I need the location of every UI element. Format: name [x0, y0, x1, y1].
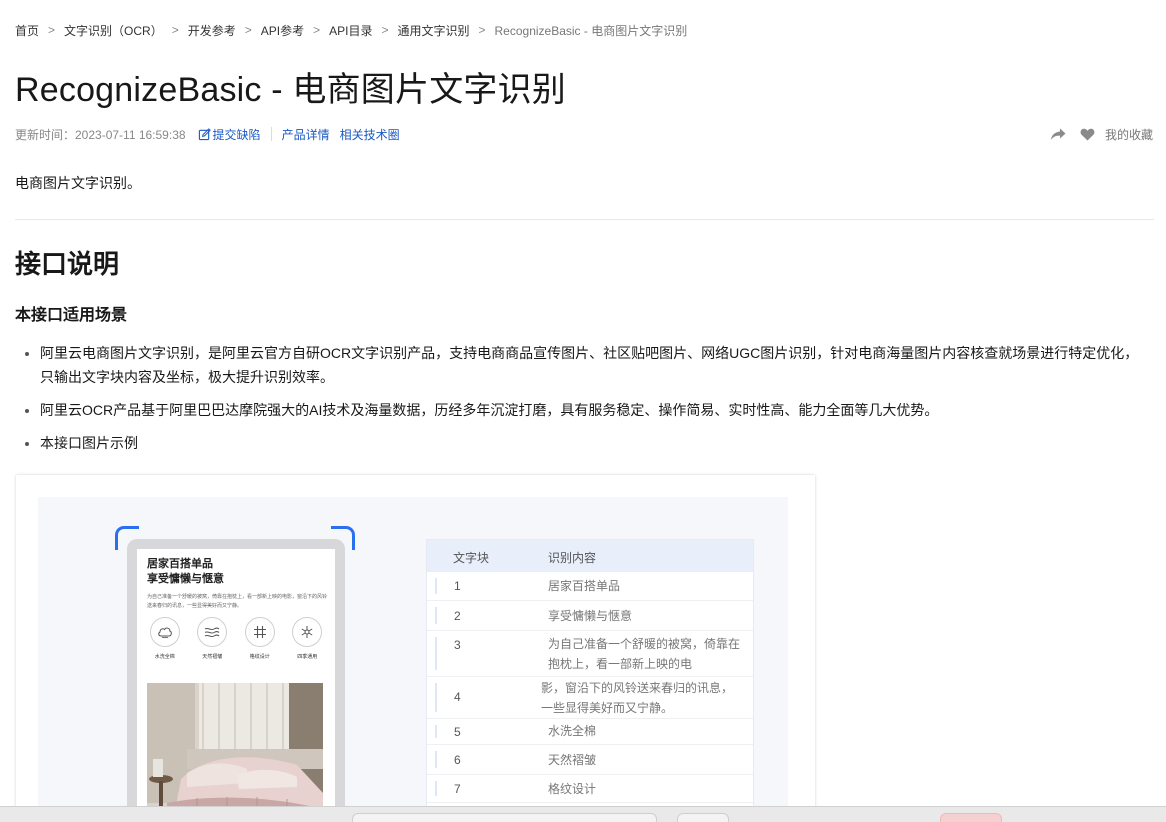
row-text: 影，窗沿下的风铃送来春归的讯息，一些显得美好而又宁静。	[541, 681, 734, 715]
product-description: 为自己准备一个舒暖的被窝，倚靠在抱枕上，看一部新上映的电影，窗沿下的风铃送来春归…	[147, 594, 328, 609]
edit-icon	[198, 127, 211, 140]
updated-time: 更新时间：2023-07-11 16:59:38	[15, 127, 186, 142]
feature-item: 格纹设计	[238, 617, 282, 660]
phone-screen: 居家百搭单品 享受慵懒与惬意 为自己准备一个舒暖的被窝，倚靠在抱枕上，看一部新上…	[137, 549, 335, 815]
meta-divider	[270, 127, 272, 141]
breadcrumb-api-catalog[interactable]: API目录	[329, 22, 372, 39]
row-text: 格纹设计	[548, 782, 597, 796]
phone-mockup: 居家百搭单品 享受慵懒与惬意 为自己准备一个舒暖的被窝，倚靠在抱枕上，看一部新上…	[127, 539, 345, 815]
row-text: 天然褶皱	[548, 753, 597, 767]
feature-item: 天然褶皱	[190, 617, 234, 660]
breadcrumb: 首页 > 文字识别（OCR） > 开发参考 > API参考 > API目录 > …	[15, 21, 687, 39]
row-text: 水洗全棉	[548, 724, 597, 738]
list-item: 本接口图片示例	[22, 431, 1150, 455]
bottom-tab[interactable]	[940, 813, 1002, 822]
community-link[interactable]: 相关技术圈	[340, 126, 400, 143]
table-row: 6 天然褶皱	[427, 745, 753, 775]
table-row: 7 格纹设计	[427, 775, 753, 803]
product-title-line2: 享受慵懒与惬意	[147, 573, 224, 585]
cloud-icon	[149, 617, 180, 647]
feature-label: 四季通用	[297, 654, 318, 660]
meta-row: 更新时间：2023-07-11 16:59:38 提交缺陷 产品详情 相关技术圈	[15, 125, 400, 143]
row-number: 6	[454, 753, 461, 767]
row-number: 1	[454, 579, 461, 593]
breadcrumb-current-page: RecognizeBasic - 电商图片文字识别	[494, 23, 688, 38]
breadcrumb-separator: >	[171, 23, 179, 37]
wave-icon	[197, 617, 228, 647]
example-canvas: 居家百搭单品 享受慵懒与惬意 为自己准备一个舒暖的被窝，倚靠在抱枕上，看一部新上…	[38, 497, 788, 815]
table-row: 4 影，窗沿下的风铃送来春归的讯息，一些显得美好而又宁静。	[427, 677, 753, 719]
row-text: 为自己准备一个舒暖的被窝，倚靠在抱枕上，看一部新上映的电	[548, 637, 741, 671]
table-row: 2 享受慵懒与惬意	[427, 601, 753, 631]
table-header: 文字块 识别内容	[427, 540, 753, 572]
product-title-line1: 居家百搭单品	[147, 558, 213, 570]
row-number: 3	[454, 638, 461, 652]
breadcrumb-separator: >	[478, 23, 486, 37]
feature-label: 天然褶皱	[202, 654, 223, 660]
recognition-result-table: 文字块 识别内容 1 居家百搭单品 2 享受慵懒与惬意 3 为自己准备一个舒暖的…	[426, 539, 754, 815]
list-item: 阿里云电商图片文字识别，是阿里云官方自研OCR文字识别产品，支持电商商品宣传图片…	[22, 341, 1150, 389]
feature-item: 水洗全棉	[143, 617, 187, 660]
bedroom-photo	[147, 683, 323, 815]
share-icon[interactable]	[1050, 128, 1066, 141]
grid-icon	[244, 617, 275, 647]
product-detail-link[interactable]: 产品详情	[282, 126, 330, 143]
table-row: 3 为自己准备一个舒暖的被窝，倚靠在抱枕上，看一部新上映的电	[427, 631, 753, 677]
breadcrumb-separator: >	[244, 23, 252, 37]
page-title: RecognizeBasic - 电商图片文字识别	[15, 71, 567, 109]
bottom-tab[interactable]	[677, 813, 729, 822]
row-number: 7	[454, 782, 461, 796]
section-heading-interface: 接口说明	[15, 249, 120, 279]
product-title: 居家百搭单品 享受慵懒与惬意	[147, 557, 224, 587]
feature-label: 格纹设计	[249, 654, 270, 660]
example-image: 居家百搭单品 享受慵懒与惬意 为自己准备一个舒暖的被窝，倚靠在抱枕上，看一部新上…	[16, 475, 815, 815]
table-row: 1 居家百搭单品	[427, 572, 753, 601]
scenario-list: 阿里云电商图片文字识别，是阿里云官方自研OCR文字识别产品，支持电商商品宣传图片…	[22, 341, 1150, 464]
report-bug-link[interactable]: 提交缺陷	[213, 126, 261, 143]
page-summary: 电商图片文字识别。	[15, 175, 141, 191]
row-number: 2	[454, 609, 461, 623]
section-divider	[15, 219, 1154, 220]
bottom-tab[interactable]	[352, 813, 657, 822]
breadcrumb-general-ocr[interactable]: 通用文字识别	[397, 22, 469, 39]
row-text: 居家百搭单品	[548, 579, 621, 593]
breadcrumb-dev-reference[interactable]: 开发参考	[188, 22, 236, 39]
my-favorites-link[interactable]: 我的收藏	[1105, 126, 1153, 143]
column-header-block: 文字块	[453, 551, 490, 565]
breadcrumb-home[interactable]: 首页	[15, 22, 39, 39]
row-number: 5	[454, 725, 461, 739]
heart-icon[interactable]	[1080, 128, 1095, 141]
feature-label: 水洗全棉	[154, 654, 175, 660]
feature-item: 四季通用	[285, 617, 329, 660]
breadcrumb-ocr[interactable]: 文字识别（OCR）	[64, 22, 163, 39]
subsection-heading-scenarios: 本接口适用场景	[15, 307, 128, 324]
row-text: 享受慵懒与惬意	[548, 609, 633, 623]
breadcrumb-separator: >	[313, 23, 321, 37]
column-header-content: 识别内容	[548, 551, 597, 565]
feature-icons: 水洗全棉 天然褶皱 格纹设计 四季通用	[141, 617, 331, 660]
bottom-toolbar	[0, 806, 1166, 822]
table-row: 5 水洗全棉	[427, 719, 753, 745]
snowflake-sun-icon	[292, 617, 323, 647]
row-number: 4	[454, 690, 461, 704]
breadcrumb-separator: >	[381, 23, 389, 37]
list-item: 阿里云OCR产品基于阿里巴巴达摩院强大的AI技术及海量数据，历经多年沉淀打磨，具…	[22, 398, 1150, 422]
breadcrumb-separator: >	[48, 23, 56, 37]
page-actions: 我的收藏	[1050, 125, 1153, 143]
breadcrumb-api-reference[interactable]: API参考	[261, 22, 304, 39]
